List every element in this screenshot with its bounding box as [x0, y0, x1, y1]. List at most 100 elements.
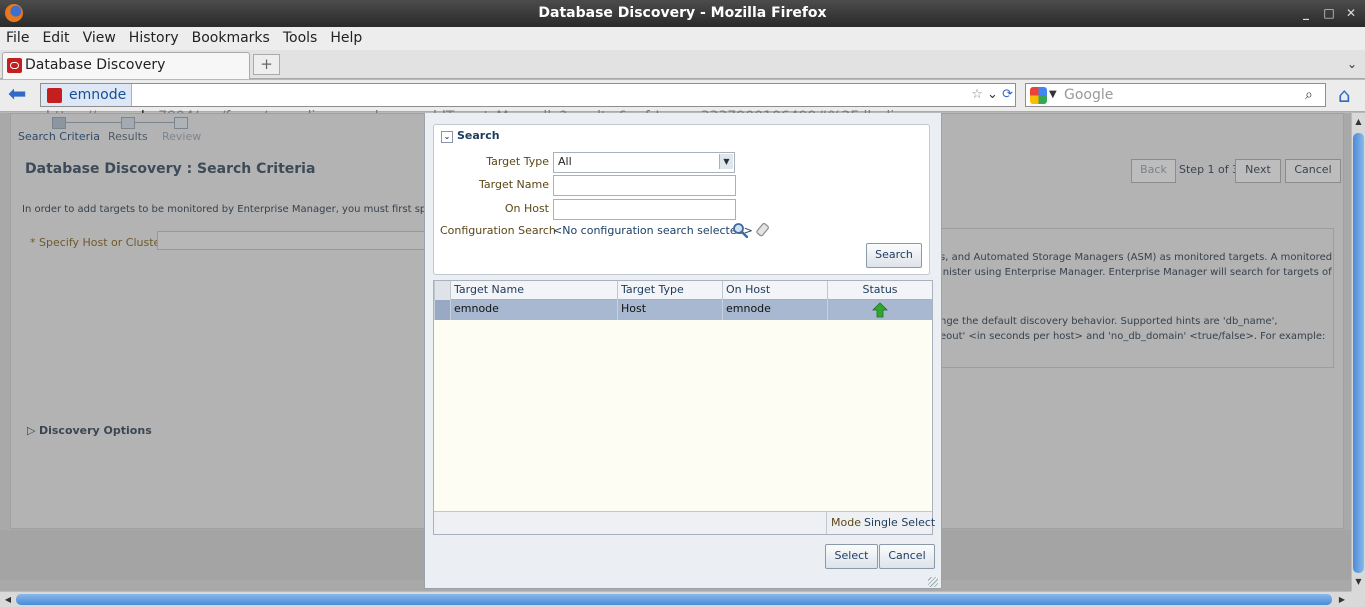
table-header: Target Name Target Type On Host Status [434, 281, 932, 300]
dropdown-arrow-icon[interactable]: ▼ [719, 154, 733, 169]
new-tab-button[interactable]: + [253, 54, 280, 75]
tab-list-chevron-icon[interactable]: ⌄ [1343, 54, 1361, 74]
firefox-logo-icon [5, 4, 23, 22]
train-connector [65, 122, 121, 123]
vertical-scroll-thumb[interactable] [1353, 133, 1364, 573]
target-type-value: All [558, 155, 572, 168]
minimize-icon[interactable]: _ [1298, 4, 1314, 22]
target-name-input[interactable] [553, 175, 736, 196]
info-text-line: eout' <in seconds per host> and 'no_db_d… [940, 331, 1326, 342]
process-train: Search Criteria Results Review [18, 117, 208, 147]
host-or-cluster-label: * Specify Host or Cluster [30, 236, 165, 249]
eraser-clear-icon[interactable] [755, 222, 771, 238]
menu-file[interactable]: File [0, 27, 36, 50]
horizontal-scroll-thumb[interactable] [16, 594, 1332, 605]
vertical-scrollbar[interactable]: ▲ ▼ [1351, 113, 1365, 591]
cell-target-type: Host [617, 300, 722, 320]
column-status[interactable]: Status [827, 281, 932, 300]
scrollbar-corner [1351, 591, 1365, 607]
scroll-left-icon[interactable]: ◀ [1, 592, 15, 607]
resize-grip-icon[interactable] [928, 577, 938, 587]
url-bar[interactable]: emnodehttps://emnode:7804/em/faces/core-… [40, 83, 1016, 125]
oracle-favicon-icon [7, 58, 22, 73]
select-button[interactable]: Select [825, 544, 878, 569]
magnifier-search-icon[interactable] [732, 222, 748, 238]
column-target-type[interactable]: Target Type [617, 281, 722, 300]
menu-tools[interactable]: Tools [277, 27, 325, 50]
close-window-icon[interactable]: ✕ [1343, 4, 1359, 22]
horizontal-scrollbar[interactable]: ◀ ▶ [0, 591, 1351, 607]
cell-on-host: emnode [722, 300, 827, 320]
info-text-line: inister using Enterprise Manager. Enterp… [940, 267, 1332, 278]
column-on-host[interactable]: On Host [722, 281, 827, 300]
menu-view[interactable]: View [77, 27, 123, 50]
menu-bar: File Edit View History Bookmarks Tools Help [0, 27, 1365, 50]
reload-icon[interactable]: ⟳ [1002, 87, 1013, 102]
train-stop-search-criteria[interactable] [52, 117, 66, 129]
search-engine-dropdown-icon[interactable]: ▼ [1049, 84, 1057, 106]
page-title: Database Discovery : Search Criteria [25, 161, 316, 177]
search-section-title: Search [457, 129, 500, 142]
configuration-search-value: <No configuration search selected> [553, 224, 753, 237]
info-box [935, 228, 1334, 368]
table-row[interactable]: emnode Host emnode [434, 300, 932, 320]
maximize-icon[interactable]: □ [1321, 4, 1337, 22]
search-section-header[interactable]: ⌄ Search [441, 129, 500, 143]
train-label-review[interactable]: Review [162, 130, 201, 143]
cancel-page-button[interactable]: Cancel [1285, 159, 1341, 183]
cell-status [827, 300, 932, 320]
host-or-cluster-input[interactable] [157, 231, 425, 250]
scroll-up-icon[interactable]: ▲ [1352, 115, 1365, 129]
discovery-options-toggle[interactable]: ▷ Discovery Options [27, 424, 152, 437]
disclosure-triangle-icon: ▷ [27, 424, 39, 437]
target-name-label: Target Name [479, 178, 549, 191]
cancel-dialog-button[interactable]: Cancel [879, 544, 935, 569]
discovery-options-label: Discovery Options [38, 424, 152, 437]
on-host-input[interactable] [553, 199, 736, 220]
configuration-search-label: Configuration Search [440, 224, 556, 237]
cell-target-name: emnode [450, 300, 617, 320]
up-arrow-icon [872, 302, 888, 318]
footer-divider [826, 512, 827, 534]
menu-help[interactable]: Help [324, 27, 369, 50]
search-button[interactable]: Search [866, 243, 922, 268]
url-history-dropdown-icon[interactable]: ⌄ [987, 87, 998, 102]
target-type-label: Target Type [486, 155, 549, 168]
window-titlebar: Database Discovery - Mozilla Firefox _ □… [0, 0, 1365, 27]
train-label-results[interactable]: Results [108, 130, 148, 143]
scroll-down-icon[interactable]: ▼ [1352, 575, 1365, 589]
train-label-search-criteria[interactable]: Search Criteria [18, 130, 100, 143]
info-text-line: s, and Automated Storage Managers (ASM) … [940, 252, 1333, 263]
home-icon[interactable]: ⌂ [1338, 84, 1360, 106]
train-stop-review[interactable] [174, 117, 188, 129]
google-logo-icon[interactable] [1030, 87, 1047, 104]
mode-value: Single Select [864, 516, 936, 529]
menu-bookmarks[interactable]: Bookmarks [186, 27, 277, 50]
site-identity-button[interactable]: emnode [41, 84, 133, 106]
step-indicator: Step 1 of 3 [1179, 163, 1240, 176]
tab-database-discovery[interactable]: Database Discovery [2, 52, 250, 79]
on-host-label: On Host [504, 202, 549, 215]
search-placeholder: Google [1064, 87, 1114, 103]
select-all-column[interactable] [434, 281, 450, 300]
train-connector [134, 122, 174, 123]
web-search-box[interactable]: ▼ Google [1025, 83, 1326, 107]
row-selector[interactable] [434, 300, 450, 320]
back-arrow-icon[interactable]: ⬅ [8, 84, 30, 106]
page-instruction: In order to add targets to be monitored … [22, 204, 441, 215]
back-button[interactable]: Back [1131, 159, 1176, 183]
bookmark-star-icon[interactable]: ☆ [971, 87, 983, 102]
menu-history[interactable]: History [123, 27, 186, 50]
train-stop-results[interactable] [121, 117, 135, 129]
column-target-name[interactable]: Target Name [450, 281, 617, 300]
info-text-line: nge the default discovery behavior. Supp… [940, 316, 1278, 327]
tab-title: Database Discovery [25, 57, 166, 73]
menu-edit[interactable]: Edit [36, 27, 76, 50]
scroll-right-icon[interactable]: ▶ [1335, 592, 1349, 607]
binoculars-icon[interactable]: ⌕ [1305, 87, 1321, 103]
mode-label: Mode [831, 516, 861, 529]
target-type-select[interactable]: All ▼ [553, 152, 735, 173]
collapse-chevron-icon[interactable]: ⌄ [441, 131, 453, 143]
plus-icon: + [260, 55, 273, 73]
next-button[interactable]: Next [1235, 159, 1281, 183]
